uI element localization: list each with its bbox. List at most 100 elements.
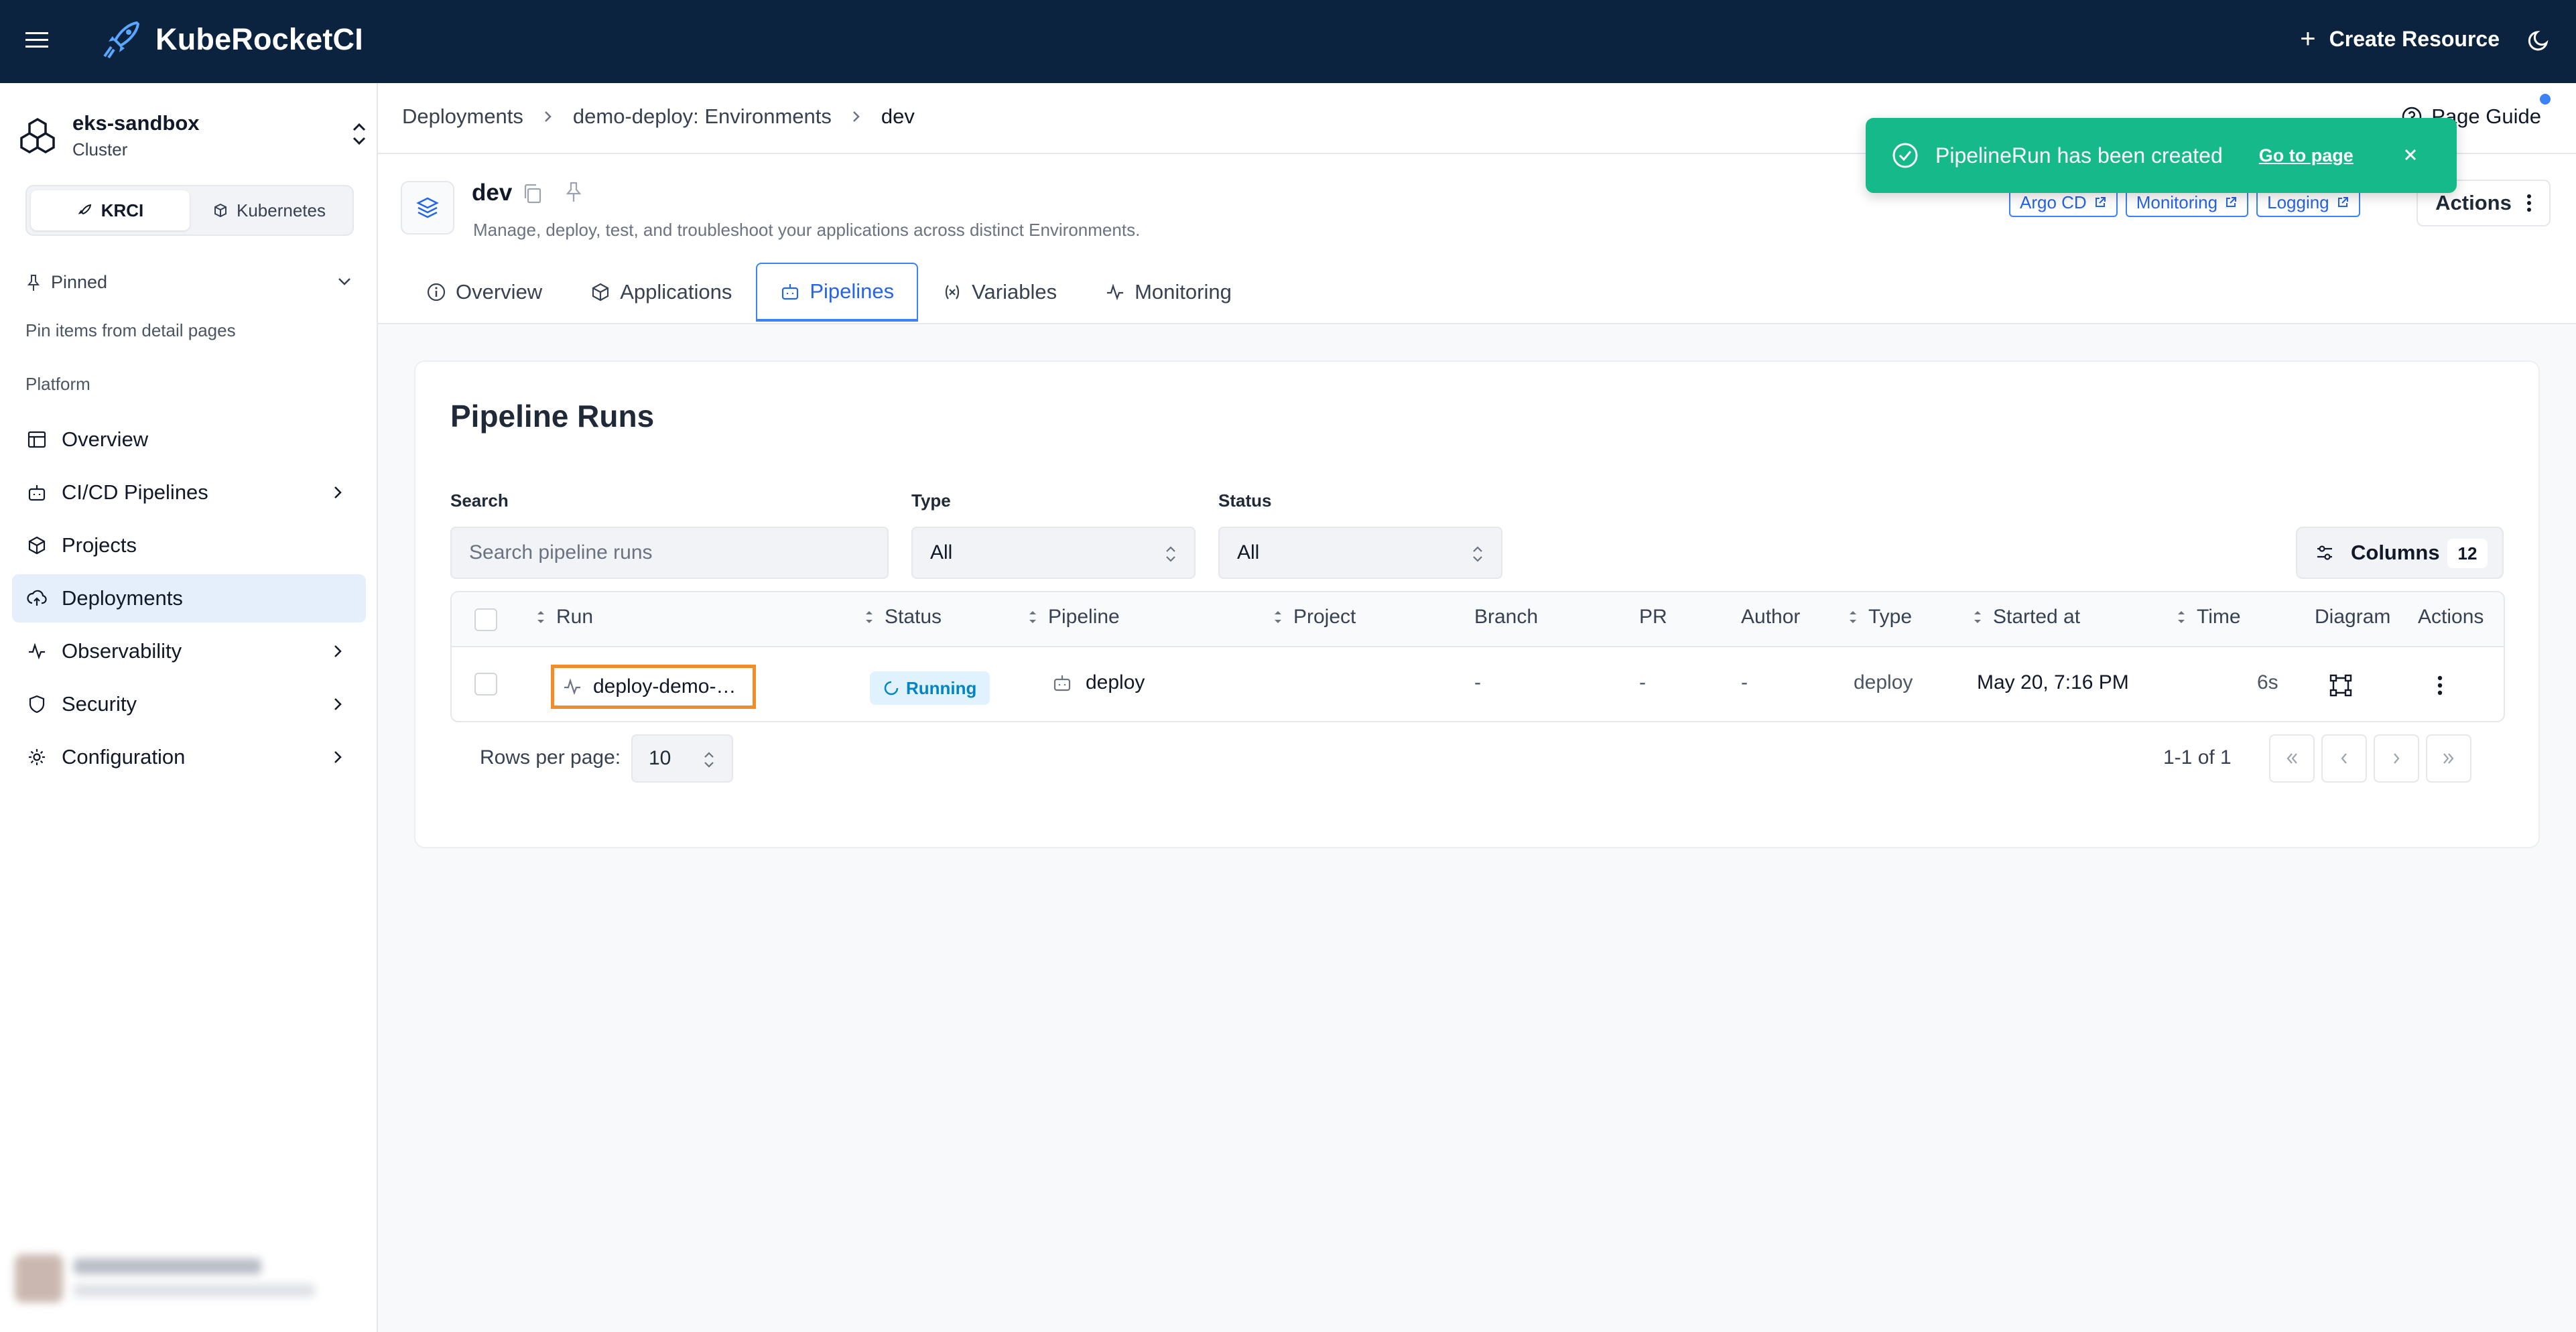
sidebar-item-observability[interactable]: Observability (12, 627, 366, 675)
column-header-time[interactable]: Time (2175, 606, 2241, 628)
header-label: PR (1639, 606, 1667, 628)
header-label: Time (2197, 606, 2241, 628)
krci-mode-button[interactable]: KRCI (31, 190, 190, 230)
run-name-link[interactable]: deploy-demo-… (551, 665, 756, 709)
avatar (15, 1254, 63, 1303)
pin-icon[interactable] (564, 181, 583, 204)
chevron-right-icon (330, 642, 346, 661)
more-vertical-icon[interactable] (2437, 674, 2443, 697)
sidebar-item-configuration[interactable]: Configuration (12, 733, 366, 781)
sidebar-item-deployments[interactable]: Deployments (12, 574, 366, 622)
pipeline-runs-table: Run Status Pipeline Project Branch PR Au… (450, 591, 2505, 722)
tab-monitoring[interactable]: Monitoring (1081, 263, 1256, 322)
menu-icon[interactable] (24, 27, 51, 54)
header-label: Started at (1993, 606, 2081, 628)
external-link-icon (2087, 196, 2107, 209)
columns-button[interactable]: Columns 12 (2296, 527, 2504, 579)
sidebar-item-overview[interactable]: Overview (12, 415, 366, 464)
select-all-checkbox[interactable] (474, 608, 497, 631)
breadcrumb: Deployments demo-deploy: Environments de… (402, 105, 915, 129)
previous-page-button[interactable] (2321, 734, 2367, 783)
external-link-icon (2329, 196, 2349, 209)
column-header-started-at[interactable]: Started at (1972, 606, 2080, 628)
status-filter-select[interactable]: All (1218, 527, 1502, 579)
krci-mode-label: KRCI (101, 200, 144, 220)
columns-label: Columns (2351, 541, 2440, 564)
sidebar-item-label: Projects (62, 533, 137, 557)
branch-cell: - (1474, 671, 1481, 693)
sidebar-item-label: Deployments (62, 586, 183, 610)
pr-cell: - (1639, 671, 1646, 693)
pagination-info: 1-1 of 1 (2163, 746, 2232, 769)
tab-applications[interactable]: Applications (566, 263, 756, 322)
run-name: deploy-demo-… (593, 675, 736, 697)
plus-icon: + (2300, 24, 2316, 54)
column-header-run[interactable]: Run (535, 606, 593, 628)
tab-label: Pipelines (810, 279, 895, 303)
chevron-left-icon (2341, 753, 2347, 764)
column-header-type[interactable]: Type (1847, 606, 1912, 628)
user-profile-blurred[interactable] (9, 1249, 365, 1313)
tab-bar: Overview Applications Pipelines Variable… (402, 263, 1256, 324)
sort-icon (1272, 607, 1284, 627)
column-header-project[interactable]: Project (1272, 606, 1356, 628)
gear-icon (25, 747, 48, 767)
brand-name: KubeRocketCI (155, 22, 363, 56)
pin-icon (25, 273, 42, 292)
started-at-cell: May 20, 7:16 PM (1977, 671, 2129, 693)
rocket-logo-icon (102, 19, 142, 60)
column-header-status[interactable]: Status (863, 606, 942, 628)
notification-dot (2540, 94, 2551, 105)
header-label: Diagram (2315, 606, 2391, 628)
chevron-right-icon (2394, 753, 2400, 764)
brand[interactable]: KubeRocketCI (102, 19, 363, 60)
breadcrumb-environments[interactable]: demo-deploy: Environments (573, 105, 832, 129)
type-filter-select[interactable]: All (911, 527, 1196, 579)
go-to-page-link[interactable]: Go to page (2259, 145, 2354, 166)
toast-message: PipelineRun has been created (1935, 143, 2223, 168)
status-filter-label: Status (1218, 490, 1272, 511)
header-label: Pipeline (1048, 606, 1120, 628)
kubernetes-mode-button[interactable]: Kubernetes (190, 190, 348, 230)
type-filter-label: Type (911, 490, 951, 511)
search-input[interactable]: Search pipeline runs (450, 527, 889, 579)
overview-icon (25, 429, 48, 450)
tab-label: Variables (972, 280, 1057, 304)
close-icon[interactable] (2400, 145, 2421, 165)
sort-icon (1972, 607, 1984, 627)
copy-icon[interactable] (521, 182, 543, 205)
sidebar-item-cicd-pipelines[interactable]: CI/CD Pipelines (12, 468, 366, 517)
next-page-button[interactable] (2374, 734, 2419, 783)
info-icon (426, 282, 456, 302)
cluster-selector[interactable]: eks-sandbox Cluster (19, 107, 367, 168)
first-page-button[interactable] (2269, 734, 2315, 783)
rows-per-page-select[interactable]: 10 (631, 734, 733, 783)
tab-overview[interactable]: Overview (402, 263, 566, 322)
moon-icon[interactable] (2528, 28, 2552, 52)
sidebar-item-projects[interactable]: Projects (12, 521, 366, 570)
last-page-button[interactable] (2426, 734, 2471, 783)
mode-toggle: KRCI Kubernetes (25, 185, 354, 236)
pipeline-name: deploy (1086, 671, 1145, 693)
variable-icon (942, 282, 972, 302)
observability-icon (25, 641, 48, 661)
create-resource-button[interactable]: + Create Resource (2300, 24, 2500, 54)
platform-section-label: Platform (25, 374, 90, 394)
bot-icon (1052, 673, 1086, 693)
breadcrumb-deployments[interactable]: Deployments (402, 105, 523, 129)
tab-pipelines[interactable]: Pipelines (756, 263, 919, 322)
sidebar-item-label: Security (62, 692, 137, 716)
cube-icon (212, 202, 237, 218)
pipeline-link[interactable]: deploy (1052, 671, 1145, 694)
sort-icon (2175, 607, 2187, 627)
loader-icon (883, 680, 906, 696)
tab-label: Applications (620, 280, 732, 304)
row-checkbox[interactable] (474, 673, 497, 695)
column-header-pipeline[interactable]: Pipeline (1027, 606, 1120, 628)
diagram-icon[interactable] (2328, 673, 2354, 698)
header-label: Status (885, 606, 942, 628)
pinned-section-toggle[interactable]: Pinned (25, 272, 354, 293)
header-label: Project (1293, 606, 1356, 628)
tab-variables[interactable]: Variables (918, 263, 1081, 322)
sidebar-item-security[interactable]: Security (12, 680, 366, 728)
